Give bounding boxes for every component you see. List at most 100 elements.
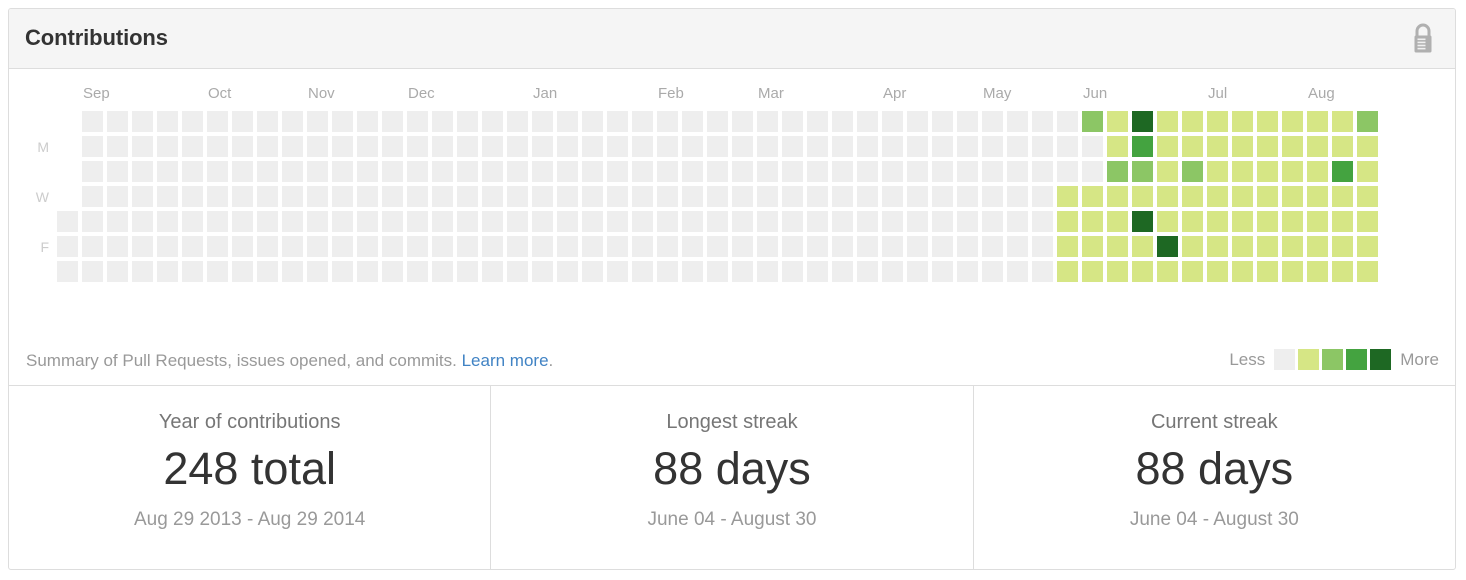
contribution-day-cell[interactable] <box>1332 186 1353 207</box>
contribution-day-cell[interactable] <box>1257 261 1278 282</box>
contribution-day-cell[interactable] <box>132 186 153 207</box>
contribution-day-cell[interactable] <box>1032 236 1053 257</box>
contribution-day-cell[interactable] <box>432 136 453 157</box>
contribution-day-cell[interactable] <box>907 261 928 282</box>
contribution-day-cell[interactable] <box>357 111 378 132</box>
contribution-day-cell[interactable] <box>857 236 878 257</box>
contribution-day-cell[interactable] <box>282 111 303 132</box>
contribution-day-cell[interactable] <box>257 261 278 282</box>
contribution-day-cell[interactable] <box>407 211 428 232</box>
contribution-day-cell[interactable] <box>1232 261 1253 282</box>
contribution-day-cell[interactable] <box>382 136 403 157</box>
contribution-day-cell[interactable] <box>107 261 128 282</box>
contribution-day-cell[interactable] <box>1007 211 1028 232</box>
contribution-day-cell[interactable] <box>982 236 1003 257</box>
contribution-day-cell[interactable] <box>457 186 478 207</box>
contribution-day-cell[interactable] <box>432 111 453 132</box>
contribution-day-cell[interactable] <box>357 161 378 182</box>
contribution-day-cell[interactable] <box>232 211 253 232</box>
contribution-day-cell[interactable] <box>357 261 378 282</box>
contribution-day-cell[interactable] <box>1282 186 1303 207</box>
contribution-day-cell[interactable] <box>632 161 653 182</box>
contribution-day-cell[interactable] <box>1182 161 1203 182</box>
contribution-day-cell[interactable] <box>782 186 803 207</box>
contribution-day-cell[interactable] <box>307 236 328 257</box>
contribution-day-cell[interactable] <box>507 236 528 257</box>
contribution-day-cell[interactable] <box>607 261 628 282</box>
contribution-day-cell[interactable] <box>1082 236 1103 257</box>
contribution-day-cell[interactable] <box>232 111 253 132</box>
contribution-day-cell[interactable] <box>482 111 503 132</box>
contribution-day-cell[interactable] <box>507 161 528 182</box>
contribution-day-cell[interactable] <box>707 236 728 257</box>
contribution-day-cell[interactable] <box>1082 111 1103 132</box>
contribution-day-cell[interactable] <box>107 111 128 132</box>
contribution-day-cell[interactable] <box>182 136 203 157</box>
contribution-day-cell[interactable] <box>1132 236 1153 257</box>
contribution-day-cell[interactable] <box>1357 186 1378 207</box>
contribution-day-cell[interactable] <box>1182 236 1203 257</box>
contribution-day-cell[interactable] <box>432 211 453 232</box>
contribution-day-cell[interactable] <box>657 161 678 182</box>
contribution-day-cell[interactable] <box>1157 211 1178 232</box>
contribution-day-cell[interactable] <box>232 186 253 207</box>
contribution-day-cell[interactable] <box>1282 111 1303 132</box>
contribution-day-cell[interactable] <box>1057 186 1078 207</box>
contribution-day-cell[interactable] <box>1282 211 1303 232</box>
contribution-day-cell[interactable] <box>1207 161 1228 182</box>
contribution-day-cell[interactable] <box>82 111 103 132</box>
contribution-day-cell[interactable] <box>757 111 778 132</box>
contribution-day-cell[interactable] <box>982 186 1003 207</box>
contribution-day-cell[interactable] <box>1057 211 1078 232</box>
contribution-day-cell[interactable] <box>307 261 328 282</box>
contribution-day-cell[interactable] <box>782 236 803 257</box>
contribution-day-cell[interactable] <box>1007 236 1028 257</box>
contribution-day-cell[interactable] <box>682 136 703 157</box>
contribution-day-cell[interactable] <box>1357 236 1378 257</box>
contribution-day-cell[interactable] <box>1082 136 1103 157</box>
contribution-day-cell[interactable] <box>432 161 453 182</box>
contribution-day-cell[interactable] <box>957 111 978 132</box>
contribution-day-cell[interactable] <box>632 111 653 132</box>
contribution-day-cell[interactable] <box>157 161 178 182</box>
contribution-day-cell[interactable] <box>607 236 628 257</box>
contribution-day-cell[interactable] <box>232 161 253 182</box>
contribution-day-cell[interactable] <box>182 261 203 282</box>
contribution-day-cell[interactable] <box>932 236 953 257</box>
contribution-day-cell[interactable] <box>832 161 853 182</box>
contribution-day-cell[interactable] <box>1032 111 1053 132</box>
contribution-day-cell[interactable] <box>332 161 353 182</box>
contribution-day-cell[interactable] <box>157 186 178 207</box>
contribution-day-cell[interactable] <box>1182 211 1203 232</box>
contribution-day-cell[interactable] <box>132 161 153 182</box>
contribution-day-cell[interactable] <box>232 236 253 257</box>
contribution-day-cell[interactable] <box>582 111 603 132</box>
contribution-day-cell[interactable] <box>1132 136 1153 157</box>
contribution-day-cell[interactable] <box>282 161 303 182</box>
contribution-day-cell[interactable] <box>1257 161 1278 182</box>
contribution-day-cell[interactable] <box>582 161 603 182</box>
contribution-day-cell[interactable] <box>557 161 578 182</box>
contribution-day-cell[interactable] <box>732 186 753 207</box>
contribution-day-cell[interactable] <box>682 186 703 207</box>
contribution-day-cell[interactable] <box>882 111 903 132</box>
contribution-day-cell[interactable] <box>582 261 603 282</box>
contribution-day-cell[interactable] <box>407 111 428 132</box>
contribution-day-cell[interactable] <box>557 111 578 132</box>
contribution-day-cell[interactable] <box>457 161 478 182</box>
contribution-day-cell[interactable] <box>1057 261 1078 282</box>
contribution-day-cell[interactable] <box>1032 211 1053 232</box>
contribution-day-cell[interactable] <box>107 186 128 207</box>
contribution-day-cell[interactable] <box>607 211 628 232</box>
contribution-day-cell[interactable] <box>1307 211 1328 232</box>
contribution-day-cell[interactable] <box>332 136 353 157</box>
contribution-day-cell[interactable] <box>507 261 528 282</box>
contribution-day-cell[interactable] <box>782 161 803 182</box>
contribution-day-cell[interactable] <box>932 261 953 282</box>
contribution-day-cell[interactable] <box>1257 236 1278 257</box>
contribution-day-cell[interactable] <box>1357 161 1378 182</box>
contribution-day-cell[interactable] <box>557 136 578 157</box>
contribution-day-cell[interactable] <box>1282 236 1303 257</box>
contribution-day-cell[interactable] <box>682 261 703 282</box>
contribution-day-cell[interactable] <box>507 186 528 207</box>
